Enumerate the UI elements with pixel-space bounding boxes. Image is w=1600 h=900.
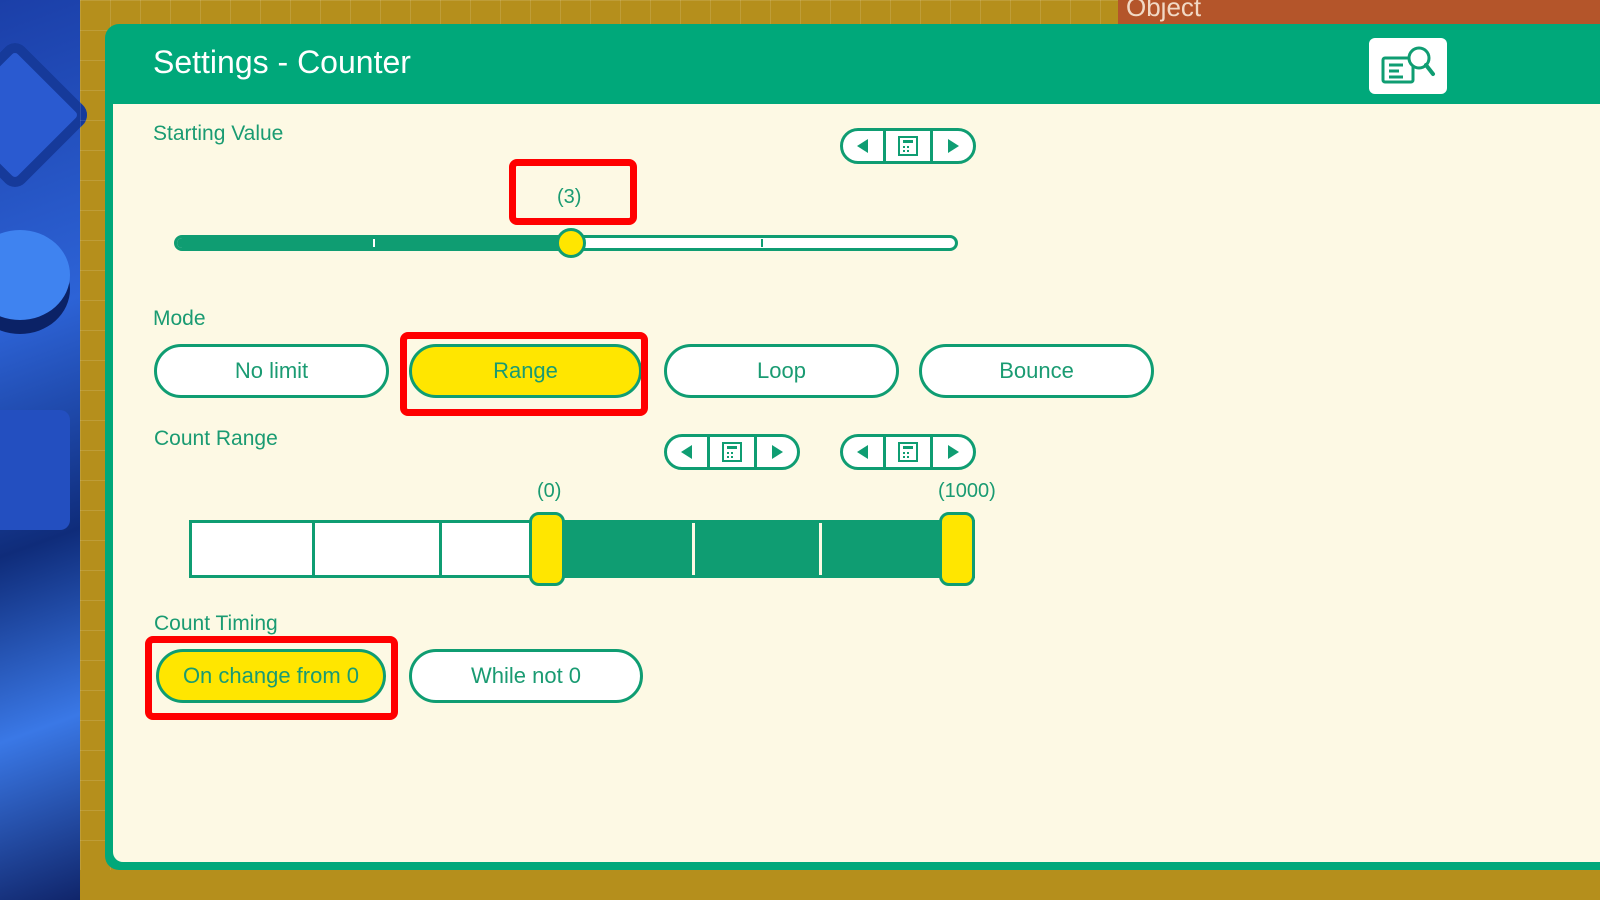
triangle-left-icon	[857, 139, 868, 153]
stepper-decrement[interactable]	[843, 131, 883, 161]
calculator-icon	[898, 442, 918, 462]
triangle-left-icon	[681, 445, 692, 459]
triangle-right-icon	[948, 445, 959, 459]
help-button[interactable]	[1369, 38, 1447, 94]
triangle-right-icon	[948, 139, 959, 153]
stepper-decrement[interactable]	[843, 437, 883, 467]
mode-range-button[interactable]: Range	[409, 344, 642, 398]
range-divider	[439, 523, 442, 575]
starting-value-slider-thumb[interactable]	[556, 228, 586, 258]
stepper-keypad[interactable]	[707, 437, 757, 467]
count-range-max-readout: (1000)	[938, 480, 996, 502]
count-timing-label: Count Timing	[154, 612, 278, 635]
starting-value-stepper[interactable]	[840, 128, 976, 164]
object-tab-label: Object	[1126, 0, 1202, 22]
calculator-icon	[898, 136, 918, 156]
background-shape	[0, 410, 70, 530]
mode-bounce-button[interactable]: Bounce	[919, 344, 1154, 398]
count-range-label: Count Range	[154, 427, 278, 450]
range-divider	[692, 523, 695, 575]
count-range-max-stepper[interactable]	[840, 434, 976, 470]
panel-body: Starting Value (3) Mode No limit Range L…	[113, 104, 1600, 862]
slider-tick	[761, 239, 763, 247]
background-device-art	[0, 0, 93, 900]
stepper-increment[interactable]	[933, 131, 973, 161]
timing-on-change-button[interactable]: On change from 0	[156, 649, 386, 703]
background-shape	[0, 37, 93, 193]
count-range-min-readout: (0)	[537, 480, 562, 502]
panel-header: Settings - Counter	[105, 24, 1600, 104]
settings-panel: Settings - Counter Starting Value (3) Mo…	[105, 24, 1600, 870]
book-search-icon	[1381, 46, 1435, 84]
calculator-icon	[722, 442, 742, 462]
object-tab[interactable]: Object	[1118, 0, 1600, 24]
count-range-min-handle[interactable]	[529, 512, 565, 586]
count-range-bar[interactable]	[189, 520, 975, 578]
slider-fill	[177, 238, 573, 248]
slider-tick	[373, 239, 375, 247]
mode-loop-button[interactable]: Loop	[664, 344, 899, 398]
page-title: Settings - Counter	[153, 44, 411, 80]
mode-no-limit-button[interactable]: No limit	[154, 344, 389, 398]
range-divider	[312, 523, 315, 575]
starting-value-label: Starting Value	[153, 122, 284, 145]
count-range-max-handle[interactable]	[939, 512, 975, 586]
triangle-left-icon	[857, 445, 868, 459]
stepper-increment[interactable]	[757, 437, 797, 467]
stepper-decrement[interactable]	[667, 437, 707, 467]
stepper-increment[interactable]	[933, 437, 973, 467]
count-range-min-stepper[interactable]	[664, 434, 800, 470]
starting-value-readout: (3)	[557, 186, 582, 208]
triangle-right-icon	[772, 445, 783, 459]
timing-while-not-zero-button[interactable]: While not 0	[409, 649, 643, 703]
mode-label: Mode	[153, 307, 206, 330]
background-shape	[0, 230, 70, 320]
stepper-keypad[interactable]	[883, 131, 933, 161]
range-fill	[548, 523, 972, 575]
stepper-keypad[interactable]	[883, 437, 933, 467]
range-divider	[819, 523, 822, 575]
background-bottom	[80, 870, 1600, 900]
